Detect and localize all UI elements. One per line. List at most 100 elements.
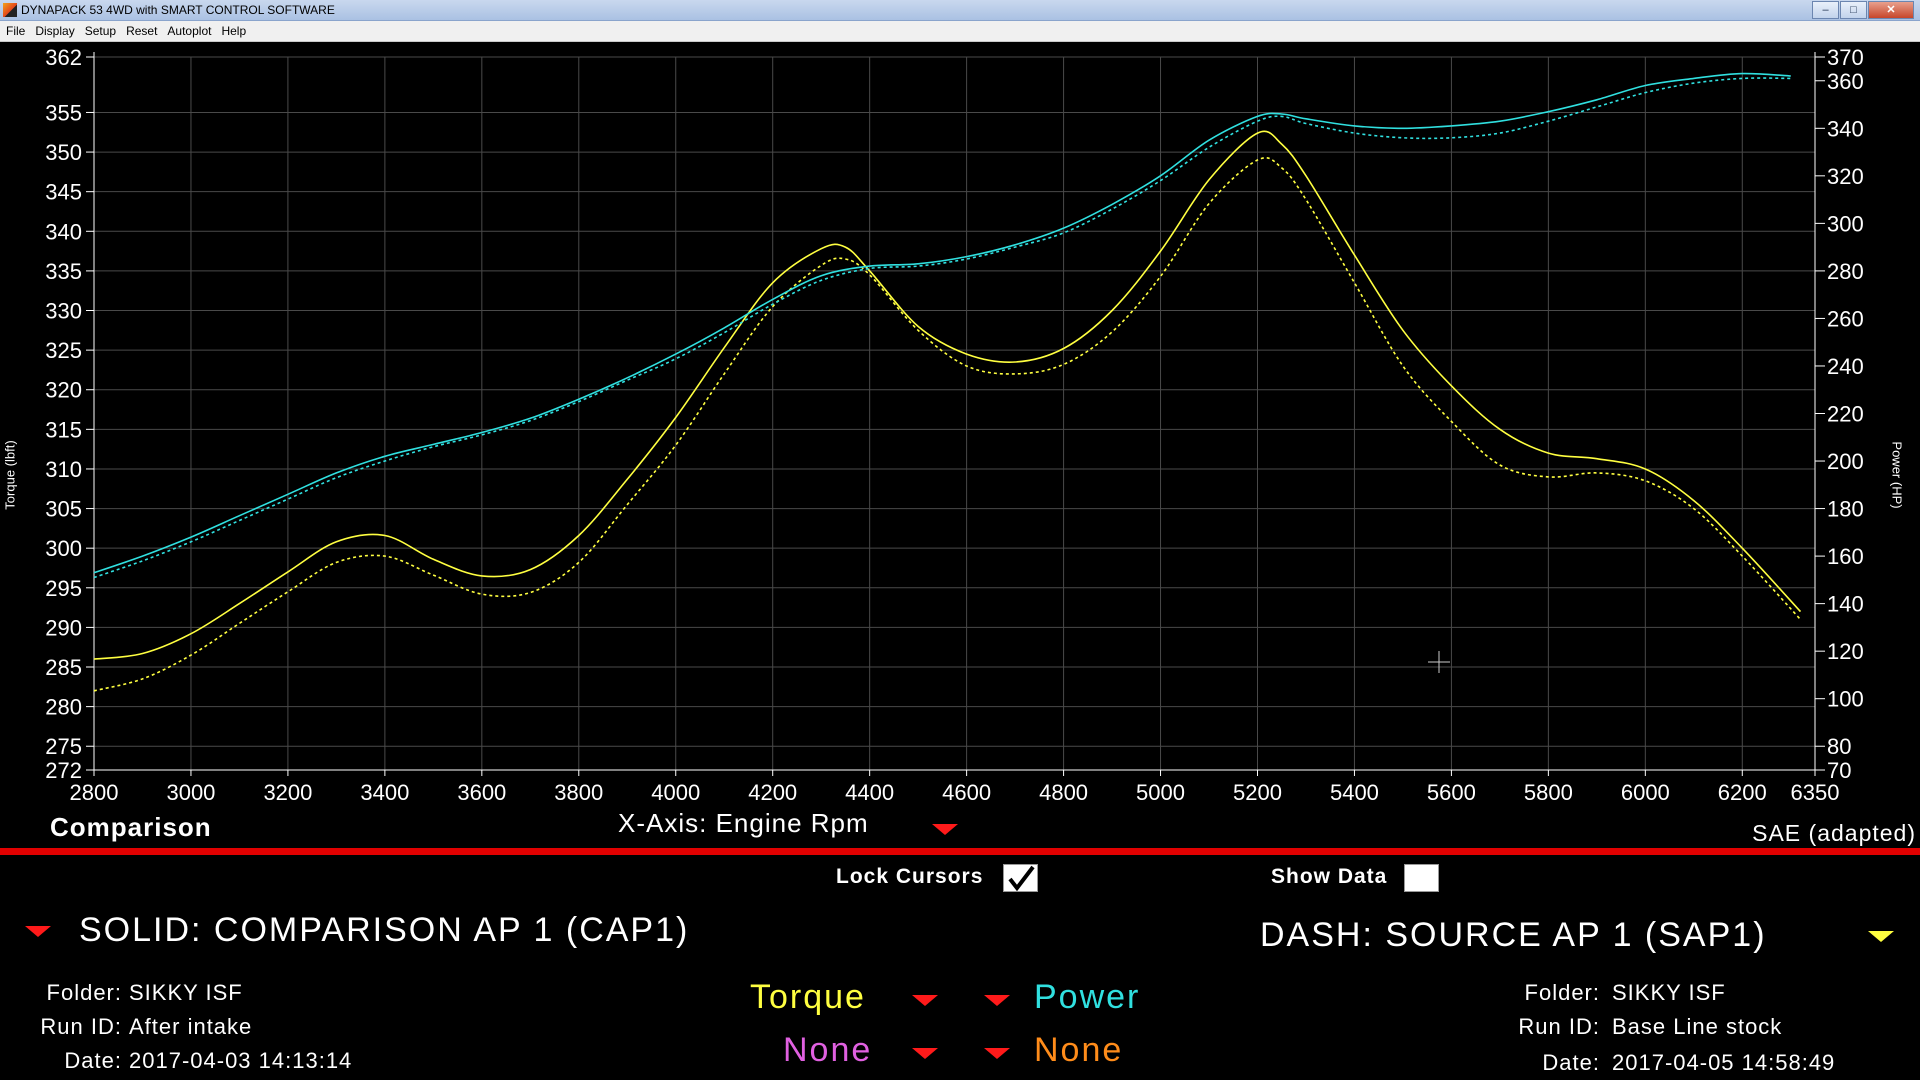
window-title: DYNAPACK 53 4WD with SMART CONTROL SOFTW… [21, 3, 335, 17]
window-controls: – □ ✕ [1811, 1, 1914, 19]
show-data-label: Show Data [1271, 865, 1388, 888]
lock-cursors-checkbox[interactable] [1003, 864, 1038, 892]
solid-folder-key: Folder: [46, 980, 122, 1005]
y-left-tick-label: 272 [45, 758, 82, 783]
y-left-tick-label: 290 [45, 615, 82, 640]
torque-dash-line [93, 156, 1802, 692]
y-right-tick-label: 220 [1827, 402, 1864, 427]
x-tick-label: 3200 [263, 780, 312, 805]
dash-date-key: Date: [1542, 1050, 1600, 1075]
maximize-button[interactable]: □ [1840, 1, 1867, 19]
dash-runid-key: Run ID: [1518, 1014, 1600, 1039]
divider-bar [0, 848, 1920, 855]
x-tick-label: 2800 [70, 780, 119, 805]
x-tick-label: 4400 [845, 780, 894, 805]
y-left-tick-label: 330 [45, 299, 82, 324]
dyno-chart[interactable]: 2800 3000 3200 3400 3600 3800 4000 4200 4400 4600… [0, 42, 1920, 850]
y-right-tick-label: 200 [1827, 449, 1864, 474]
param-selector-3[interactable]: None [783, 1031, 872, 1070]
menu-display[interactable]: Display [35, 24, 74, 38]
solid-date-value: 2017-04-03 14:13:14 [129, 1048, 353, 1073]
torque-solid-line [93, 130, 1802, 660]
y-left-tick-label: 310 [45, 457, 82, 482]
menu-help[interactable]: Help [221, 24, 246, 38]
xaxis-dropdown-icon[interactable] [932, 822, 958, 836]
x-tick-label: 3600 [457, 780, 506, 805]
menu-autoplot[interactable]: Autoplot [167, 24, 211, 38]
y-right-tick-label: 370 [1827, 45, 1864, 70]
menu-bar: File Display Setup Reset Autoplot Help [0, 21, 1920, 42]
close-button[interactable]: ✕ [1868, 1, 1914, 19]
y-left-tick-label: 280 [45, 695, 82, 720]
y-left-tick-label: 355 [45, 100, 82, 125]
y-right-tick-label: 80 [1827, 734, 1851, 759]
param-selector-1[interactable]: Torque [750, 978, 866, 1017]
y-left-tick-label: 345 [45, 180, 82, 205]
show-data-checkbox[interactable] [1404, 864, 1439, 892]
param-3-dropdown-icon[interactable] [912, 1046, 938, 1060]
title-bar: DYNAPACK 53 4WD with SMART CONTROL SOFTW… [0, 0, 1920, 21]
xaxis-selector-label[interactable]: X-Axis: Engine Rpm [618, 808, 869, 839]
solid-run-dropdown-icon[interactable] [25, 924, 51, 938]
sae-label: SAE (adapted) [1752, 820, 1916, 846]
checkmark-icon [1008, 865, 1035, 892]
menu-setup[interactable]: Setup [85, 24, 116, 38]
y-right-tick-label: 340 [1827, 116, 1864, 141]
param-2-dropdown-icon[interactable] [984, 993, 1010, 1007]
y-left-tick-label: 320 [45, 378, 82, 403]
param-selector-4[interactable]: None [1034, 1031, 1123, 1070]
dash-runid-value: Base Line stock [1612, 1014, 1783, 1039]
dyno-chart-svg[interactable]: 2800 3000 3200 3400 3600 3800 4000 4200 4400 4600… [0, 42, 1920, 850]
y-right-tick-label: 280 [1827, 259, 1864, 284]
dash-run-dropdown-icon[interactable] [1868, 929, 1894, 943]
y-left-tick-label: 325 [45, 338, 82, 363]
dash-folder-key: Folder: [1524, 980, 1600, 1005]
x-tick-label: 5000 [1136, 780, 1185, 805]
y-right-tick-label: 100 [1827, 687, 1864, 712]
x-tick-label: 6350 [1791, 780, 1840, 805]
menu-file[interactable]: File [6, 24, 25, 38]
y-left-tick-label: 350 [45, 140, 82, 165]
y-left-tick-label: 285 [45, 655, 82, 680]
y-right-tick-label: 160 [1827, 544, 1864, 569]
x-tick-label: 4200 [748, 780, 797, 805]
torque-axis-title: Torque (lbft) [2, 440, 18, 510]
x-tick-label: 4000 [651, 780, 700, 805]
x-tick-label: 4800 [1039, 780, 1088, 805]
x-tick-label: 5400 [1330, 780, 1379, 805]
y-right-tick-label: 320 [1827, 164, 1864, 189]
x-tick-label: 3400 [360, 780, 409, 805]
y-left-tick-label: 335 [45, 259, 82, 284]
param-4-dropdown-icon[interactable] [984, 1046, 1010, 1060]
param-1-dropdown-icon[interactable] [912, 993, 938, 1007]
y-right-tick-label: 360 [1827, 69, 1864, 94]
dash-run-label[interactable]: DASH: SOURCE AP 1 (SAP1) [1260, 916, 1767, 955]
y-right-tick-label: 300 [1827, 211, 1864, 236]
y-right-tick-label: 120 [1827, 639, 1864, 664]
solid-run-label[interactable]: SOLID: COMPARISON AP 1 (CAP1) [79, 911, 689, 950]
solid-runid-key: Run ID: [40, 1014, 122, 1039]
y-left-tick-label: 362 [45, 45, 82, 70]
y-right-tick-label: 180 [1827, 497, 1864, 522]
power-axis-title: Power (HP) [1889, 441, 1905, 509]
y-left-tick-label: 275 [45, 734, 82, 759]
dash-folder-value: SIKKY ISF [1612, 980, 1726, 1005]
minimize-button[interactable]: – [1812, 1, 1839, 19]
y-left-tick-label: 315 [45, 417, 82, 442]
y-right-tick-label: 70 [1827, 758, 1851, 783]
comparison-label: Comparison [50, 812, 212, 842]
solid-runid-value: After intake [129, 1014, 253, 1039]
x-tick-label: 6200 [1718, 780, 1767, 805]
x-tick-label: 5200 [1233, 780, 1282, 805]
x-tick-label: 3800 [554, 780, 603, 805]
y-right-tick-label: 140 [1827, 592, 1864, 617]
dash-date-value: 2017-04-05 14:58:49 [1612, 1050, 1836, 1075]
x-tick-label: 5600 [1427, 780, 1476, 805]
param-selector-2[interactable]: Power [1034, 978, 1140, 1017]
y-left-tick-label: 305 [45, 497, 82, 522]
x-tick-label: 4600 [942, 780, 991, 805]
y-left-tick-label: 295 [45, 576, 82, 601]
app-icon [3, 3, 17, 17]
y-left-tick-label: 300 [45, 536, 82, 561]
menu-reset[interactable]: Reset [126, 24, 157, 38]
